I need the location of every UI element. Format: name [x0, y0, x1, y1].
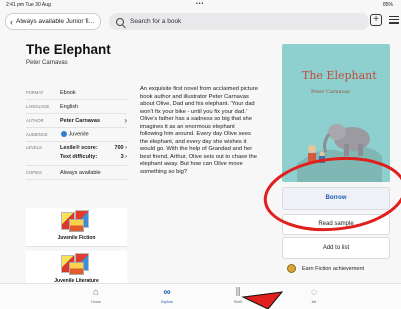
chevron-right-icon: › [124, 116, 127, 125]
series-thumbnails [61, 210, 93, 232]
lexile-label: Lexile® score: [60, 145, 98, 151]
menu-icon[interactable] [389, 16, 399, 26]
status-time: 2:41 pm Tue 30 Aug [6, 2, 51, 8]
user-icon: ◌ [311, 287, 317, 298]
explore-icon: ∞ [163, 287, 171, 298]
detail-label: AUTHOR [26, 118, 44, 123]
detail-value: Always available [60, 169, 101, 176]
tab-shelf[interactable]: ⫼ Shelf [218, 287, 258, 304]
achievement-label: Earn Fiction achievement [302, 265, 365, 272]
chevron-left-icon: ‹ [10, 16, 13, 27]
status-bar: 2:41 pm Tue 30 Aug ••• 85% [0, 0, 401, 10]
lexile-value: 700 › [114, 145, 127, 151]
tab-label: Shelf [234, 300, 242, 304]
detail-label: FORMAT [26, 90, 44, 95]
tab-label: Me [311, 300, 317, 304]
book-details-page: 2:41 pm Tue 30 Aug ••• 85% ‹ Always avai… [0, 0, 401, 309]
tab-label: Home [91, 300, 101, 304]
author-subtitle: Peter Carnavas [26, 60, 68, 66]
search-placeholder: Search for a book [130, 18, 182, 25]
detail-row-format: FORMAT Ebook [26, 86, 127, 100]
detail-row-copies: COPIES Always available [26, 166, 127, 180]
detail-label: LANGUAGE [26, 104, 50, 109]
difficulty-value: 3 › [120, 154, 127, 160]
medal-icon [287, 264, 296, 273]
book-cover[interactable]: The Elephant Peter Carnavas [282, 44, 390, 182]
tab-explore[interactable]: ∞ Explore [147, 287, 187, 304]
tab-me[interactable]: ◌ Me [294, 287, 334, 304]
search-bar[interactable]: Search for a book [109, 13, 369, 30]
achievement-link[interactable]: Earn Fiction achievement [287, 264, 364, 273]
detail-row-levels: LEVELS Lexile® score: 700 › Text difficu… [26, 142, 127, 166]
audience-value: Juvenile [68, 131, 89, 138]
tab-home[interactable]: ⌂ Home [76, 287, 116, 304]
search-icon [116, 17, 124, 26]
tab-bar: ⌂ Home ∞ Explore ⫼ Shelf ◌ Me [0, 283, 401, 309]
add-to-list-button[interactable]: Add to list [282, 237, 390, 259]
detail-row-author[interactable]: AUTHOR Peter Carnavas › [26, 114, 127, 128]
levels-list: Lexile® score: 700 › Text difficulty: 3 … [60, 145, 127, 160]
detail-value: English [60, 103, 79, 110]
detail-label: LEVELS [26, 145, 42, 150]
lexile-row[interactable]: Lexile® score: 700 › [60, 145, 127, 151]
series-card[interactable]: Juvenile Fiction [26, 208, 127, 247]
add-icon[interactable]: + [370, 14, 382, 26]
back-button[interactable]: ‹ Always available Junior fi... [5, 13, 101, 30]
multitask-dots[interactable]: ••• [196, 1, 204, 7]
series-thumbnails [61, 253, 93, 275]
cover-illustration [297, 124, 382, 182]
author-link[interactable]: Peter Carnavas [60, 118, 100, 124]
book-description: An exquisite first novel from acclaimed … [140, 86, 258, 175]
borrow-button[interactable]: Borrow [282, 187, 390, 210]
top-bar: ‹ Always available Junior fi... Search f… [0, 11, 401, 31]
tab-label: Explore [161, 300, 173, 304]
page-title: The Elephant [26, 42, 111, 57]
detail-row-audience: AUDIENCE Juvenile [26, 128, 127, 142]
series-label: Juvenile Fiction [57, 235, 96, 241]
details-list: FORMAT Ebook LANGUAGE English AUTHOR Pet… [26, 86, 127, 180]
detail-row-language: LANGUAGE English [26, 100, 127, 114]
detail-value: Ebook [60, 89, 76, 96]
back-button-label: Always available Junior fi... [16, 18, 95, 25]
detail-label: AUDIENCE [26, 132, 48, 137]
detail-label: COPIES [26, 170, 42, 175]
home-icon: ⌂ [92, 287, 100, 298]
battery-indicator: 85% [382, 2, 393, 8]
audience-icon [61, 131, 67, 138]
difficulty-label: Text difficulty: [60, 154, 98, 160]
difficulty-row[interactable]: Text difficulty: 3 › [60, 154, 127, 160]
read-sample-button[interactable]: Read sample [282, 214, 390, 235]
detail-value: Juvenile [60, 131, 89, 138]
shelf-icon: ⫼ [235, 287, 241, 298]
